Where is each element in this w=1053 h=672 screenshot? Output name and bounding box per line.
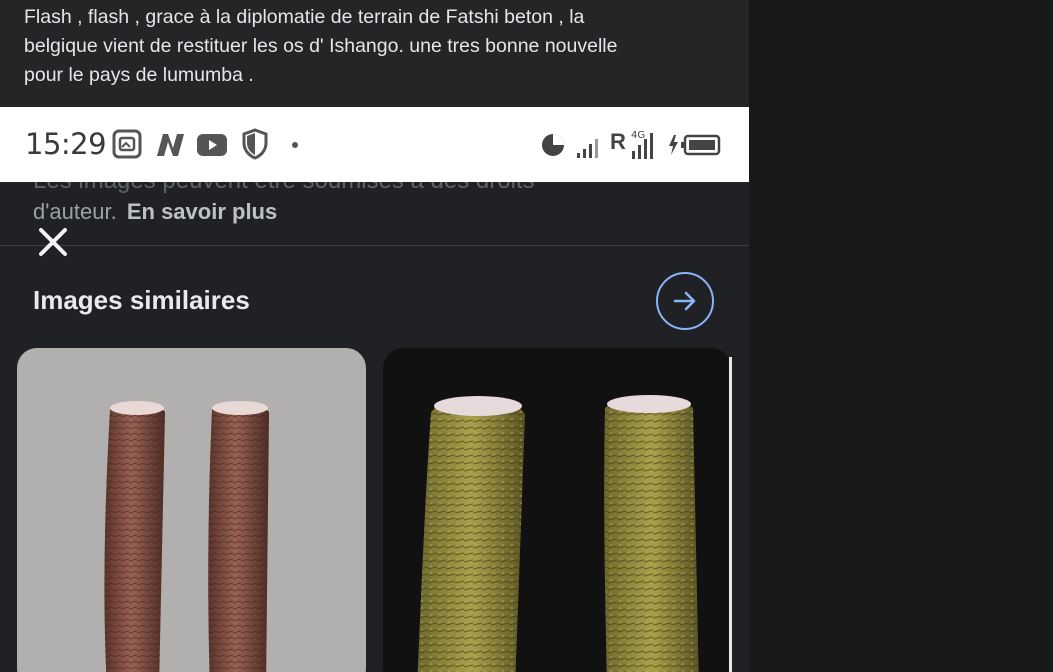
similar-image-card[interactable] xyxy=(17,348,366,672)
facebook-post: Flash , flash , grace à la diplomatie de… xyxy=(0,0,749,672)
copyright-text: d'auteur. xyxy=(33,199,117,224)
n-app-icon xyxy=(157,134,184,156)
see-more-button[interactable] xyxy=(656,272,714,330)
svg-text:4G: 4G xyxy=(631,130,645,141)
post-text: Flash , flash , grace à la diplomatie de… xyxy=(24,3,724,90)
post-text-line: pour le pays de lumumba . xyxy=(24,64,254,86)
close-icon[interactable] xyxy=(36,225,70,259)
section-title: Images similaires xyxy=(33,285,250,315)
arrow-right-icon xyxy=(673,291,696,311)
card-edge xyxy=(729,357,732,672)
similar-image-card[interactable] xyxy=(383,348,731,672)
copyright-notice: d'auteur. En savoir plus xyxy=(33,199,277,225)
status-time: 15:29 xyxy=(25,127,107,161)
post-text-line: belgique vient de restituer les os d' Is… xyxy=(24,35,618,57)
notification-dot xyxy=(292,142,298,148)
signal-4g-icon: 4G xyxy=(631,130,653,159)
right-sidebar xyxy=(749,0,1053,672)
phone-screenshot-image[interactable]: 15:29 R 4G d'auteur. En savoir plus Imag… xyxy=(0,107,749,672)
learn-more-link[interactable]: En savoir plus xyxy=(127,199,277,224)
youtube-icon xyxy=(197,134,227,156)
bone-image xyxy=(417,395,699,672)
photo-badge-icon xyxy=(112,129,142,159)
post-text-line: Flash , flash , grace à la diplomatie de… xyxy=(24,6,585,28)
network-label: R xyxy=(610,129,626,154)
divider xyxy=(0,245,749,246)
data-saver-icon xyxy=(542,134,564,156)
signal-icon xyxy=(577,139,598,158)
bone-image xyxy=(104,401,269,672)
status-bar: 15:29 R 4G xyxy=(0,107,749,182)
shield-icon xyxy=(242,128,268,160)
battery-charging-icon xyxy=(669,134,721,156)
